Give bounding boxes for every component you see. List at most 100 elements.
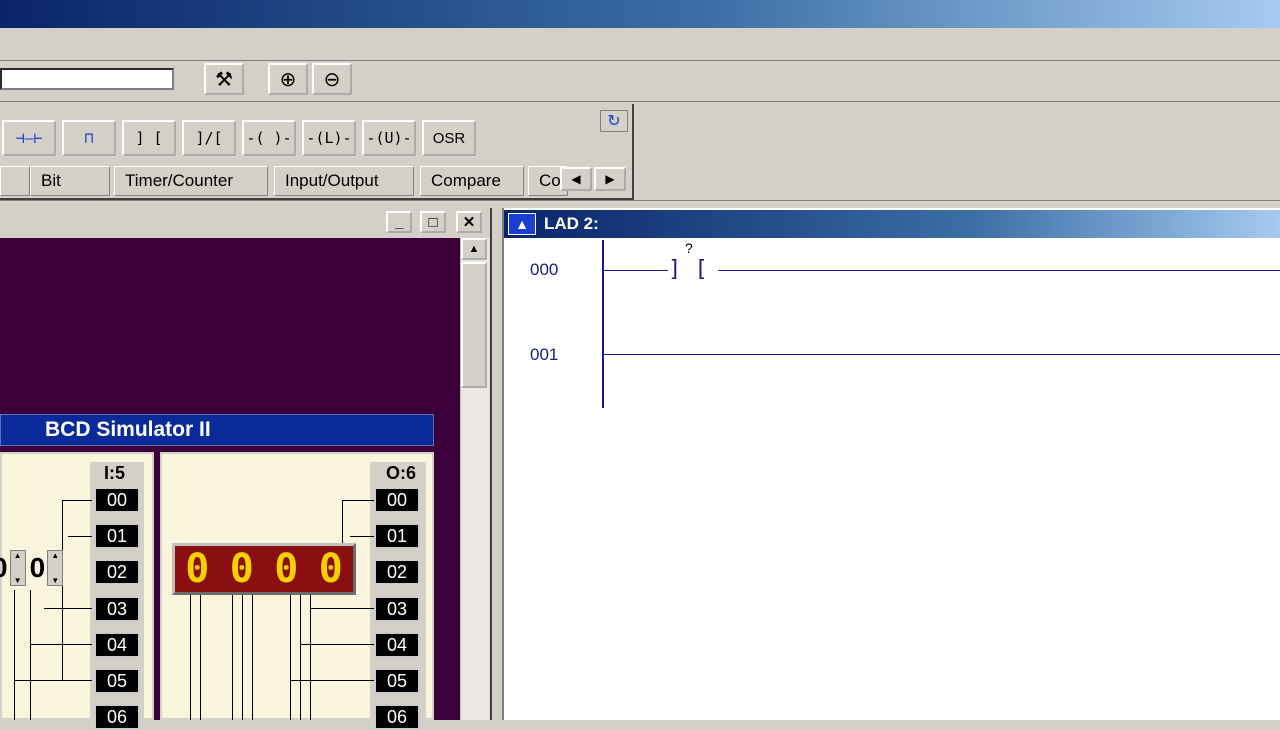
xio-button[interactable]: ]/[ (182, 120, 236, 156)
input-header: I:5 (104, 463, 126, 483)
wire (14, 680, 92, 681)
display-digit: 0 (318, 546, 343, 592)
otu-button[interactable]: -(U)- (362, 120, 416, 156)
wire (200, 594, 201, 720)
tab-compare[interactable]: Compare (420, 166, 524, 196)
toolbar-combo-box[interactable] (0, 68, 174, 90)
wire (232, 594, 233, 720)
zoom-in-button[interactable]: ⊕ (268, 63, 308, 95)
output-header: O:6 (386, 463, 417, 483)
display-digit: 0 (229, 546, 254, 592)
zoom-out-icon: ⊖ (323, 68, 341, 91)
simulator-window-title-bar (0, 210, 490, 236)
input-bit-00: 00 (94, 487, 140, 513)
thumbwheel-switch[interactable]: 0 ▲▼ 0 ▲▼ (0, 548, 84, 588)
tab-previous[interactable] (0, 166, 30, 196)
app-title-bar (0, 0, 1280, 28)
input-bit-02: 02 (94, 559, 140, 585)
display-digit: 0 (185, 546, 210, 592)
wire (290, 680, 374, 681)
bcd-display: 0 0 0 0 (172, 543, 356, 595)
wire (14, 590, 15, 720)
osr-button[interactable]: OSR (422, 120, 476, 156)
arrow-up-icon: ▲ (468, 243, 480, 255)
output-bit-03: 03 (374, 596, 420, 622)
ladder-window[interactable] (502, 208, 1280, 720)
menu-bar (0, 28, 1280, 61)
wire (62, 500, 92, 501)
input-bit-01: 01 (94, 523, 140, 549)
simulator-title: BCD Simulator II (0, 414, 434, 446)
rung-button[interactable]: ⊣—⊢ (2, 120, 56, 156)
xic-instruction[interactable]: ] [ (668, 258, 720, 282)
arrow-left-icon: ◀ (571, 172, 581, 186)
wire (252, 594, 253, 720)
thumbwheel-spinner[interactable]: ▲ ▼ (47, 550, 64, 586)
close-icon: ✕ (462, 214, 476, 231)
output-bit-05: 05 (374, 668, 420, 694)
scrollbar-thumb[interactable] (461, 262, 487, 388)
maximize-button[interactable]: □ (420, 211, 446, 233)
arrow-right-icon: ▶ (605, 172, 615, 186)
xic-contact-icon: ] [ (135, 129, 163, 147)
tab-scroll-right-button[interactable]: ▶ (594, 167, 626, 191)
rung-line (604, 354, 1280, 355)
zoom-out-button[interactable]: ⊖ (312, 63, 352, 95)
input-bit-03: 03 (94, 596, 140, 622)
input-bit-05: 05 (94, 668, 140, 694)
verify-button[interactable]: ⚒ (204, 63, 244, 95)
rung-icon: ⊣—⊢ (15, 129, 43, 147)
output-bit-02: 02 (374, 559, 420, 585)
wire (30, 590, 31, 720)
refresh-icon: ↻ (607, 113, 621, 130)
thumbwheel-spinner[interactable]: ▲ ▼ (9, 550, 26, 586)
wire (44, 608, 92, 609)
tab-timer-counter[interactable]: Timer/Counter (114, 166, 268, 196)
wire (310, 594, 311, 720)
ote-coil-icon: -( )- (246, 129, 292, 147)
osr-icon: OSR (432, 129, 466, 147)
output-bit-06: 06 (374, 704, 420, 730)
wire (190, 594, 191, 720)
minimize-icon: _ (394, 213, 404, 231)
instruction-address[interactable]: ? (685, 240, 693, 256)
rung-number[interactable]: 000 (530, 260, 558, 280)
wire (300, 644, 374, 645)
xio-contact-icon: ]/[ (195, 129, 223, 147)
tab-input-output[interactable]: Input/Output (274, 166, 414, 196)
main-toolbar (0, 60, 1280, 102)
output-bit-01: 01 (374, 523, 420, 549)
hammer-tools-icon: ⚒ (215, 68, 233, 91)
branch-icon: ⊓ (84, 129, 94, 147)
input-bit-06: 06 (94, 704, 140, 730)
input-bit-04: 04 (94, 632, 140, 658)
wire (310, 608, 374, 609)
output-bit-04: 04 (374, 632, 420, 658)
rung-line (718, 270, 1280, 271)
minimize-button[interactable]: _ (386, 211, 412, 233)
thumbwheel-digit: 0 (29, 552, 46, 583)
otl-coil-icon: -(L)- (306, 129, 352, 147)
ladder-window-title: LAD 2: (504, 210, 1280, 238)
rung-number[interactable]: 001 (530, 345, 558, 365)
thumbwheel-digit: 0 (0, 552, 8, 584)
display-digit: 0 (274, 546, 299, 592)
xic-button[interactable]: ] [ (122, 120, 176, 156)
ote-button[interactable]: -( )- (242, 120, 296, 156)
wire (62, 500, 63, 680)
scroll-up-button[interactable]: ▲ (461, 238, 487, 260)
branch-button[interactable]: ⊓ (62, 120, 116, 156)
palette-refresh-button[interactable]: ↻ (600, 110, 628, 132)
ladder-file-icon: ▲ (508, 213, 536, 235)
close-button[interactable]: ✕ (456, 211, 482, 233)
left-power-rail (602, 240, 604, 408)
wire (342, 500, 374, 501)
tab-scroll-left-button[interactable]: ◀ (560, 167, 592, 191)
wire (290, 594, 291, 720)
tab-bit[interactable]: Bit (30, 166, 110, 196)
rung-line (604, 270, 668, 271)
wire (300, 594, 301, 720)
otl-button[interactable]: -(L)- (302, 120, 356, 156)
output-bit-00: 00 (374, 487, 420, 513)
wire (68, 536, 92, 537)
